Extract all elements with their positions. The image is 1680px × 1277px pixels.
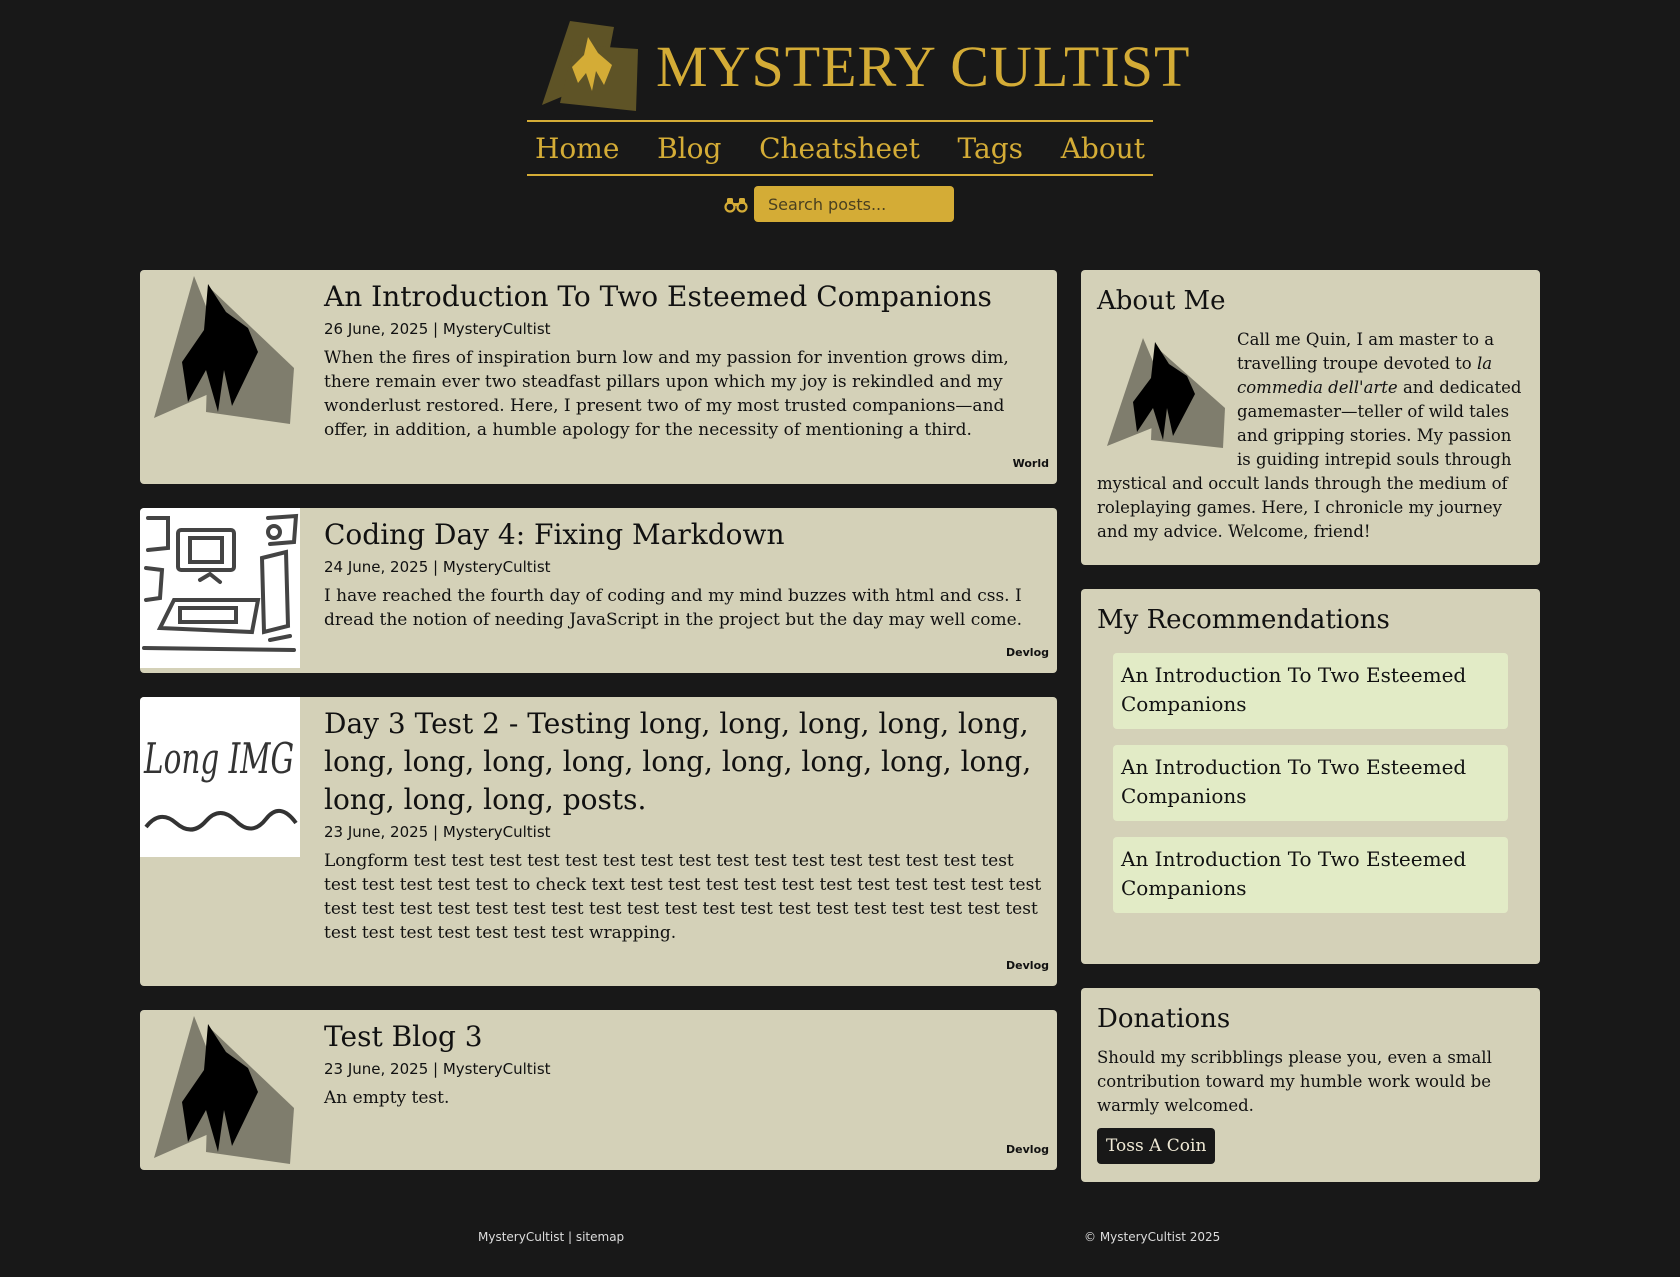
sitemap-link[interactable]: sitemap <box>576 1230 624 1244</box>
post-author[interactable]: MysteryCultist <box>443 1060 551 1078</box>
nav-home[interactable]: Home <box>535 132 619 165</box>
donations-widget: Donations Should my scribblings please y… <box>1081 988 1540 1182</box>
post-tag[interactable]: Devlog <box>1006 646 1049 659</box>
post-tag[interactable]: World <box>1013 457 1049 470</box>
site-title: MYSTERY CULTIST <box>656 33 1191 99</box>
post-title[interactable]: Day 3 Test 2 - Testing long, long, long,… <box>324 705 1047 819</box>
post-card[interactable]: Coding Day 4: Fixing Markdown 24 June, 2… <box>140 508 1057 673</box>
recommendations-widget: My Recommendations An Introduction To Tw… <box>1081 589 1540 964</box>
post-date: 23 June, 2025 <box>324 823 429 841</box>
post-excerpt: An empty test. <box>324 1088 450 1108</box>
post-date: 26 June, 2025 <box>324 320 429 338</box>
post-date: 23 June, 2025 <box>324 1060 429 1078</box>
post-meta: 23 June, 2025 | MysteryCultist <box>324 823 551 841</box>
about-widget: About Me Call me Quin, I am master to a … <box>1081 270 1540 565</box>
post-author[interactable]: MysteryCultist <box>443 823 551 841</box>
main-nav: Home Blog Cheatsheet Tags About <box>527 120 1153 176</box>
nav-about[interactable]: About <box>1061 132 1145 165</box>
recommendation-link[interactable]: An Introduction To Two Esteemed Companio… <box>1113 745 1508 821</box>
cultist-logo-thumbnail <box>154 1016 294 1164</box>
toss-a-coin-button[interactable]: Toss A Coin <box>1097 1128 1216 1164</box>
donations-text: Should my scribblings please you, even a… <box>1097 1048 1492 1115</box>
post-excerpt: Longform test test test test test test t… <box>324 851 1042 943</box>
site-brand[interactable]: MYSTERY CULTIST <box>540 18 1190 114</box>
post-title[interactable]: Coding Day 4: Fixing Markdown <box>324 516 1047 554</box>
footer-links: MysteryCultist | sitemap <box>478 1230 625 1244</box>
long-img-thumbnail: Long IMG <box>140 697 300 857</box>
svg-text:Long IMG: Long IMG <box>143 734 294 783</box>
sketch-computer-thumbnail <box>140 508 300 668</box>
post-card[interactable]: Long IMG Day 3 Test 2 - Testing long, lo… <box>140 697 1057 986</box>
cultist-logo-image <box>1107 338 1225 448</box>
about-text: Call me Quin, I am master to a travellin… <box>1097 330 1522 541</box>
footer-site-name: MysteryCultist <box>478 1230 565 1244</box>
recommendation-link[interactable]: An Introduction To Two Esteemed Companio… <box>1113 837 1508 913</box>
about-title: About Me <box>1097 286 1226 316</box>
post-meta: 26 June, 2025 | MysteryCultist <box>324 320 551 338</box>
post-tag[interactable]: Devlog <box>1006 1143 1049 1156</box>
nav-cheatsheet[interactable]: Cheatsheet <box>759 132 920 165</box>
post-card[interactable]: Test Blog 3 23 June, 2025 | MysteryCulti… <box>140 1010 1057 1170</box>
binoculars-icon <box>724 198 748 213</box>
post-tag[interactable]: Devlog <box>1006 959 1049 972</box>
post-title[interactable]: An Introduction To Two Esteemed Companio… <box>324 278 1047 316</box>
post-author[interactable]: MysteryCultist <box>443 558 551 576</box>
post-excerpt: When the fires of inspiration burn low a… <box>324 348 1009 440</box>
cultist-logo-thumbnail <box>154 276 294 424</box>
search-input[interactable] <box>754 186 954 222</box>
nav-blog[interactable]: Blog <box>657 132 721 165</box>
recommendations-title: My Recommendations <box>1097 605 1390 635</box>
post-meta: 23 June, 2025 | MysteryCultist <box>324 1060 551 1078</box>
post-excerpt: I have reached the fourth day of coding … <box>324 586 1023 630</box>
nav-tags[interactable]: Tags <box>958 132 1024 165</box>
post-meta: 24 June, 2025 | MysteryCultist <box>324 558 551 576</box>
recommendation-link[interactable]: An Introduction To Two Esteemed Companio… <box>1113 653 1508 729</box>
post-title[interactable]: Test Blog 3 <box>324 1018 1047 1056</box>
recommendations-list: An Introduction To Two Esteemed Companio… <box>1097 647 1524 913</box>
sidebar: About Me Call me Quin, I am master to a … <box>1081 270 1540 1206</box>
post-author[interactable]: MysteryCultist <box>443 320 551 338</box>
search-bar <box>724 186 954 222</box>
donations-title: Donations <box>1097 1004 1231 1034</box>
cultist-mask-logo-icon <box>542 21 638 111</box>
post-date: 24 June, 2025 <box>324 558 429 576</box>
post-card[interactable]: An Introduction To Two Esteemed Companio… <box>140 270 1057 484</box>
footer-copyright: © MysteryCultist 2025 <box>1084 1230 1221 1244</box>
post-list: An Introduction To Two Esteemed Companio… <box>140 270 1057 1194</box>
